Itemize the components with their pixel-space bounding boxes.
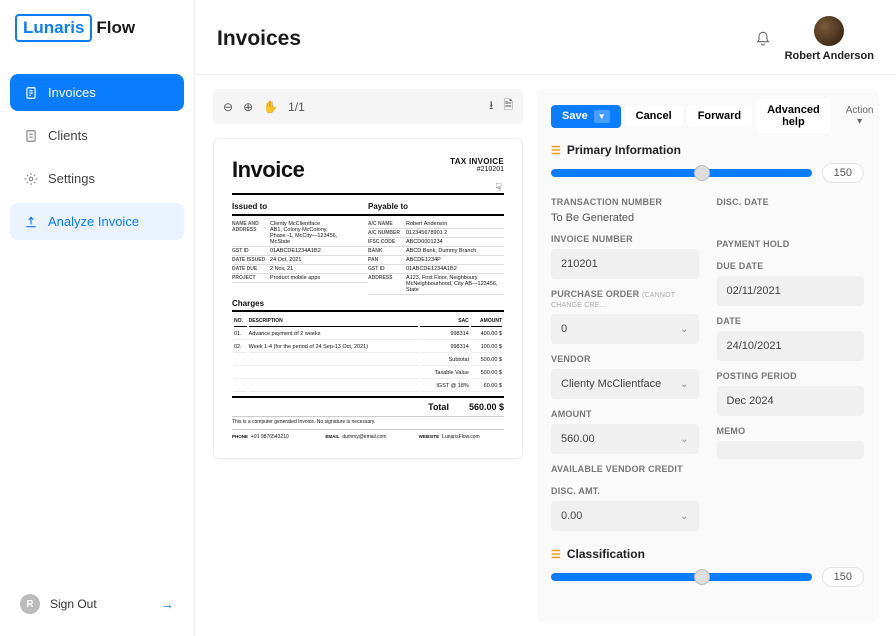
cursor-icon: ☟ (495, 181, 502, 194)
tax-label: TAX INVOICE (450, 157, 504, 166)
due-date-label: Due Date (717, 261, 865, 271)
disc-date-label: Disc. Date (717, 197, 865, 207)
gear-icon (24, 172, 38, 186)
charges-table: No.DescriptionSACAmount 01.Advance payme… (232, 314, 504, 394)
chevron-down-icon: ⌄ (680, 434, 688, 445)
zoom-in-icon[interactable]: ⊕ (243, 100, 253, 114)
section-icon: ☰ (551, 144, 561, 157)
main: Invoices Robert Anderson ⊖ ⊕ ✋ 1/1 ⭳ (195, 0, 896, 636)
slider-thumb[interactable] (694, 569, 710, 585)
action-dropdown[interactable]: Action ▾ (835, 100, 878, 132)
vendor-label: Vendor (551, 354, 699, 364)
memo-label: Memo (717, 426, 865, 436)
sign-out-button[interactable]: R Sign Out → (10, 586, 184, 622)
hand-icon[interactable]: ✋ (263, 100, 278, 114)
vendor-select[interactable]: Clienty McClientface⌄ (551, 369, 699, 399)
slider-value: 150 (822, 567, 864, 587)
chevron-down-icon: ▼ (594, 110, 610, 123)
invoice-num-input[interactable]: 210201 (551, 249, 699, 279)
txn-num-value: To Be Generated (551, 212, 699, 224)
preview-column: ⊖ ⊕ ✋ 1/1 ⭳ 🗎 Invoice TAX INVOICE #21020… (213, 89, 523, 622)
date-input[interactable]: 24/10/2021 (717, 331, 865, 361)
nav-label: Analyze Invoice (48, 214, 139, 229)
section-icon: ☰ (551, 548, 561, 561)
logo: Lunaris Flow (10, 14, 184, 42)
disc-amt-label: Disc. Amt. (551, 486, 699, 496)
user-name: Robert Anderson (785, 50, 874, 62)
preview-toolbar: ⊖ ⊕ ✋ 1/1 ⭳ 🗎 (213, 89, 523, 124)
primary-slider[interactable] (551, 169, 812, 177)
save-button[interactable]: Save▼ (551, 105, 621, 128)
sidebar: Lunaris Flow Invoices Clients Settings A… (0, 0, 195, 636)
upload-icon (24, 215, 38, 229)
print-icon[interactable]: 🗎 (503, 96, 513, 117)
chevron-down-icon: ⌄ (680, 379, 688, 390)
avatar (814, 16, 844, 46)
sidebar-item-analyze[interactable]: Analyze Invoice (10, 203, 184, 240)
sidebar-item-settings[interactable]: Settings (10, 160, 184, 197)
download-icon[interactable]: ⭳ (489, 96, 493, 117)
clients-icon (24, 129, 38, 143)
classification-slider[interactable] (551, 573, 812, 581)
due-date-input[interactable]: 02/11/2021 (717, 276, 865, 306)
payable-to-heading: Payable to (368, 199, 504, 216)
nav-label: Settings (48, 171, 95, 186)
logo-box: Lunaris (15, 14, 92, 42)
txn-num-label: Transaction Number (551, 197, 699, 207)
page-title: Invoices (217, 27, 301, 51)
memo-input[interactable] (717, 441, 865, 459)
nav-label: Clients (48, 128, 88, 143)
date-label: Date (717, 316, 865, 326)
amount-label: Amount (551, 409, 699, 419)
logo-text: Flow (96, 18, 135, 38)
form-panel: Save▼ Cancel Forward Advanced help Actio… (537, 89, 878, 622)
invoice-document: Invoice TAX INVOICE #210201 ☟ Issued to … (213, 138, 523, 459)
sidebar-item-invoices[interactable]: Invoices (10, 74, 184, 111)
disc-amt-select[interactable]: 0.00⌄ (551, 501, 699, 531)
slider-thumb[interactable] (694, 165, 710, 181)
slider-value: 150 (822, 163, 864, 183)
posting-input[interactable]: Dec 2024 (717, 386, 865, 416)
po-label: Purchase Order (cannot change cre... (551, 289, 699, 309)
invoice-icon (24, 86, 38, 100)
form-actions: Save▼ Cancel Forward Advanced help Actio… (551, 99, 864, 133)
sidebar-item-clients[interactable]: Clients (10, 117, 184, 154)
amount-select[interactable]: 560.00⌄ (551, 424, 699, 454)
arrow-right-icon: → (160, 596, 174, 612)
user-menu[interactable]: Robert Anderson (785, 16, 874, 62)
cancel-button[interactable]: Cancel (625, 105, 683, 127)
sign-out-label: Sign Out (50, 597, 97, 611)
invoice-num-label: Invoice Number (551, 234, 699, 244)
section-classification: ☰Classification (551, 547, 864, 561)
topbar: Invoices Robert Anderson (195, 0, 896, 75)
po-select[interactable]: 0⌄ (551, 314, 699, 344)
chevron-down-icon: ⌄ (680, 324, 688, 335)
avc-label: Available Vendor Credit (551, 464, 699, 474)
chevron-down-icon: ⌄ (680, 511, 688, 522)
charges-heading: Charges (232, 295, 504, 312)
nav: Invoices Clients Settings Analyze Invoic… (10, 74, 184, 240)
posting-label: Posting Period (717, 371, 865, 381)
doc-number: #210201 (450, 166, 504, 173)
advanced-help-button[interactable]: Advanced help (756, 99, 831, 133)
page-indicator: 1/1 (288, 100, 305, 114)
bell-icon[interactable] (755, 31, 771, 47)
doc-note: This is a computer generated Invoice. No… (232, 416, 504, 430)
avatar-initial: R (20, 594, 40, 614)
section-primary: ☰Primary Information (551, 143, 864, 157)
zoom-out-icon[interactable]: ⊖ (223, 100, 233, 114)
payment-hold-label: Payment Hold (717, 239, 865, 249)
nav-label: Invoices (48, 85, 96, 100)
forward-button[interactable]: Forward (687, 105, 752, 127)
issued-to-heading: Issued to (232, 199, 368, 216)
